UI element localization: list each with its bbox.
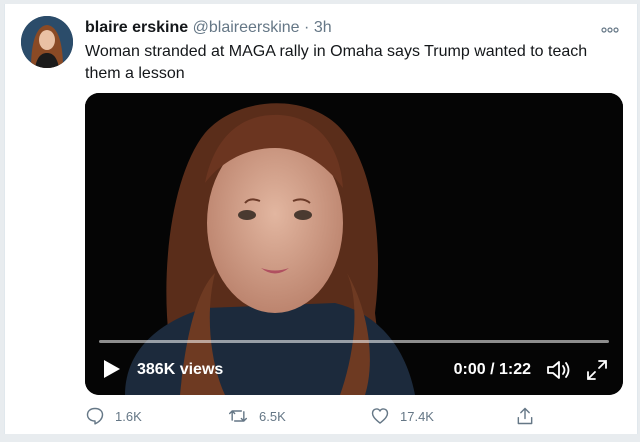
view-count: 386K views (137, 361, 224, 378)
display-name[interactable]: blaire erskine (85, 19, 188, 36)
share-icon (517, 407, 533, 425)
tweet-actions: 1.6K 6.5K 17.4K (85, 404, 545, 428)
user-handle[interactable]: @blaireerskine (193, 19, 300, 36)
timestamp[interactable]: 3h (314, 19, 332, 36)
retweet-button[interactable]: 6.5K (227, 404, 286, 428)
volume-icon[interactable] (545, 358, 571, 382)
reply-button[interactable]: 1.6K (85, 404, 142, 428)
reply-count: 1.6K (115, 408, 142, 424)
like-count: 17.4K (400, 408, 434, 424)
like-icon (371, 408, 389, 424)
like-button[interactable]: 17.4K (370, 404, 434, 428)
fullscreen-icon[interactable] (585, 358, 609, 382)
play-icon[interactable] (99, 357, 123, 381)
tweet-text: Woman stranded at MAGA rally in Omaha sa… (85, 43, 588, 82)
video-time: 0:00 / 1:22 (453, 361, 531, 378)
retweet-count: 6.5K (259, 408, 286, 424)
tweet-header: blaire erskine @blaireerskine · 3h (85, 18, 587, 38)
video-frame (85, 93, 623, 395)
video-progress-bar[interactable] (99, 340, 609, 343)
retweet-icon (228, 410, 248, 422)
reply-icon (86, 407, 104, 425)
more-options-icon[interactable] (601, 22, 619, 36)
video-player[interactable]: 386K views 0:00 / 1:22 (85, 93, 623, 395)
separator-dot: · (304, 19, 310, 36)
share-button[interactable] (515, 404, 545, 428)
avatar[interactable] (21, 16, 73, 68)
tweet-card[interactable]: blaire erskine @blaireerskine · 3h Woman… (4, 4, 638, 434)
